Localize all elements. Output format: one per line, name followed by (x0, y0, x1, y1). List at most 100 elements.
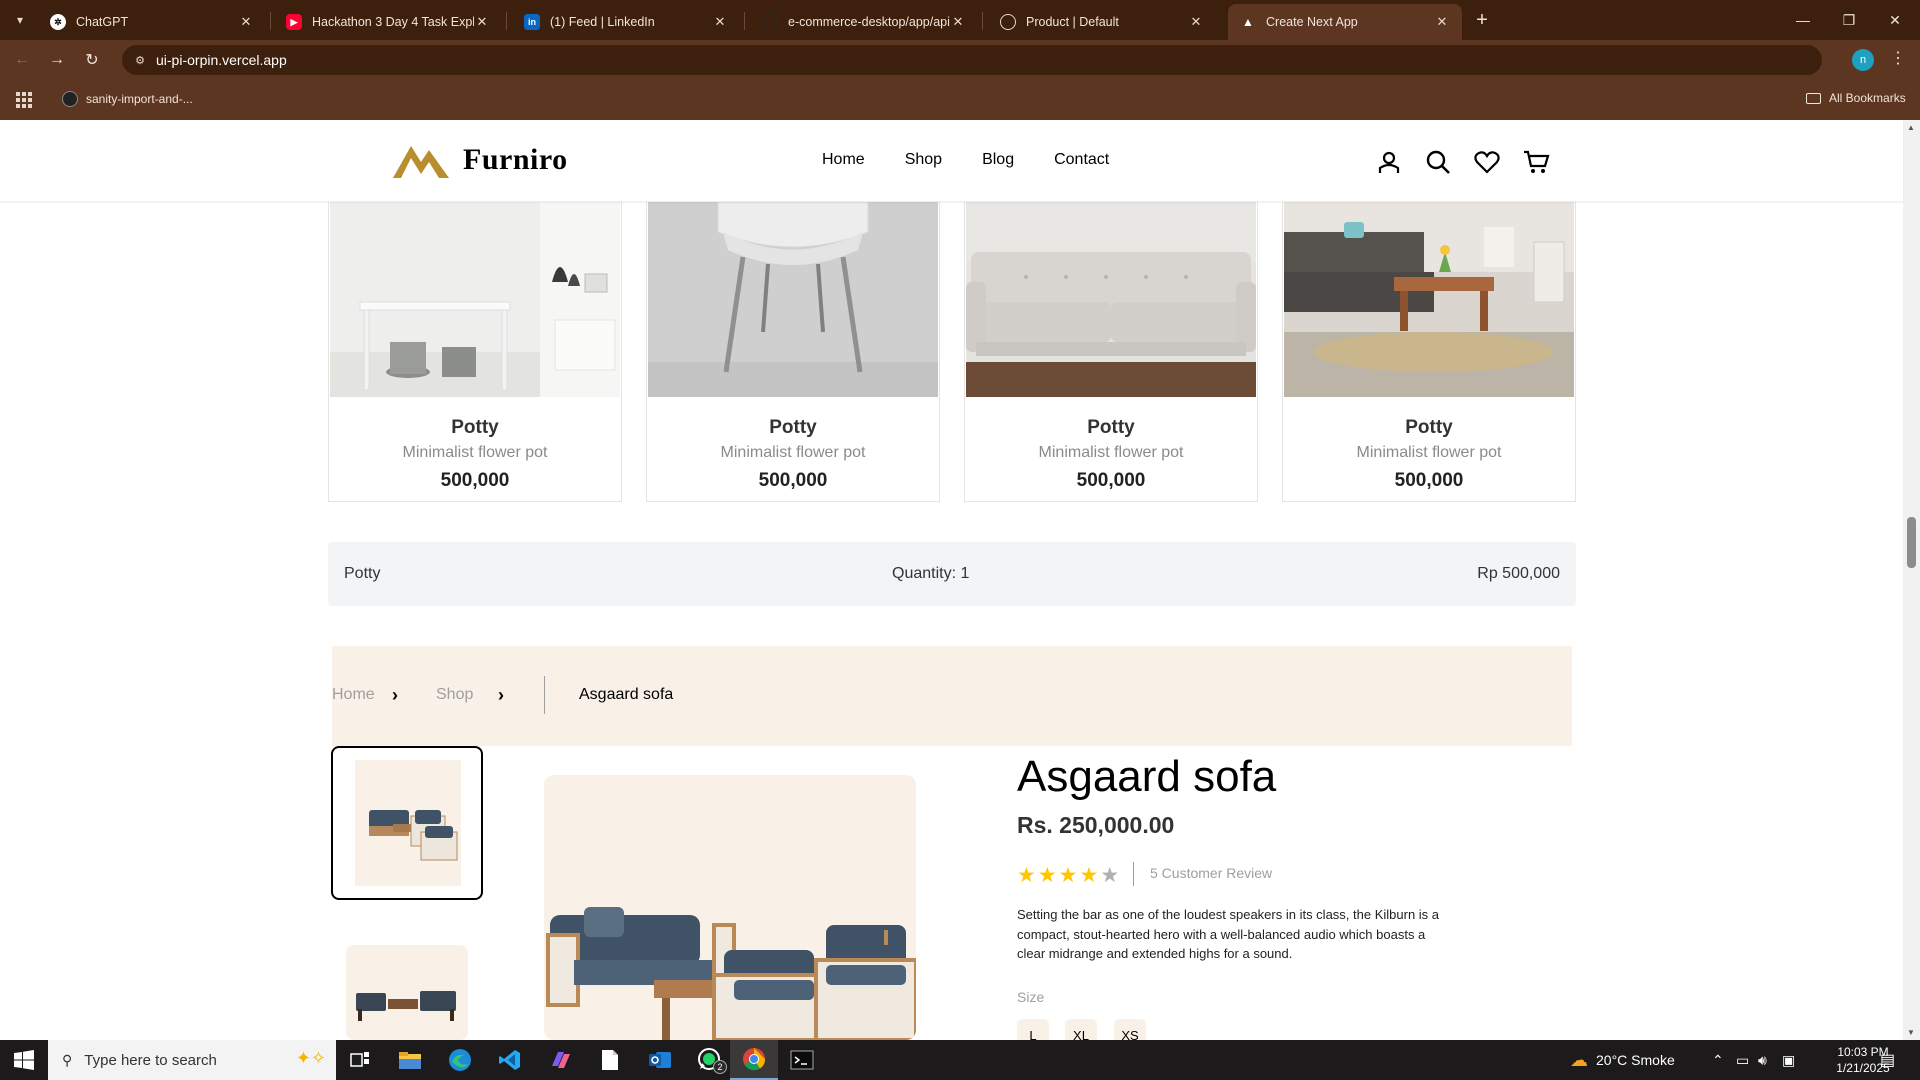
scroll-down-icon[interactable]: ▼ (1907, 1028, 1915, 1037)
nav-home[interactable]: Home (822, 151, 865, 169)
back-button[interactable]: ← (10, 48, 34, 72)
whatsapp-badge: 2 (713, 1060, 727, 1074)
product-card[interactable]: Potty Minimalist flower pot 500,000 (1282, 202, 1576, 502)
task-view-icon[interactable] (336, 1040, 384, 1080)
page-scrollbar[interactable]: ▲ ▼ (1903, 120, 1920, 1040)
taskbar-search[interactable]: ⚲ Type here to search ✦✧ (48, 1040, 336, 1080)
product-card[interactable]: Potty Minimalist flower pot 500,000 (328, 202, 622, 502)
brand-logo[interactable]: Furniro (391, 140, 568, 180)
product-card[interactable]: Potty Minimalist flower pot 500,000 (964, 202, 1258, 502)
breadcrumb-home[interactable]: Home (332, 686, 375, 704)
breadcrumb-shop[interactable]: Shop (436, 686, 473, 704)
cart-summary-row: Potty Quantity: 1 Rp 500,000 (328, 542, 1576, 606)
product-card[interactable]: Potty Minimalist flower pot 500,000 (646, 202, 940, 502)
forward-button[interactable]: → (45, 48, 69, 72)
product-price: 500,000 (1076, 470, 1146, 491)
product-title: Potty (451, 417, 499, 438)
product-title: Asgaard sofa (1017, 752, 1277, 801)
browser-menu-icon[interactable]: ⋮ (1890, 48, 1906, 68)
tray-overflow-icon[interactable]: ⌃ (1712, 1040, 1724, 1080)
windows-taskbar: ⚲ Type here to search ✦✧ 2 ☁ 20°C Smoke … (0, 1040, 1920, 1080)
tab-github[interactable]: e-commerce-desktop/app/api/ ✕ (750, 4, 978, 40)
bookmark-item[interactable]: sanity-import-and-... (62, 91, 193, 107)
site-info-icon[interactable]: ⚙ (132, 52, 148, 68)
all-bookmarks-button[interactable]: All Bookmarks (1806, 91, 1906, 105)
furniro-logo-icon (393, 146, 449, 178)
tab-product[interactable]: Product | Default ✕ (988, 4, 1216, 40)
tab-search-button[interactable]: ▾ (8, 8, 32, 32)
weather-widget[interactable]: ☁ 20°C Smoke (1570, 1040, 1675, 1080)
site-header: Furniro Home Shop Blog Contact (0, 120, 1903, 202)
cart-icon[interactable] (1522, 148, 1550, 176)
restore-button[interactable]: ❐ (1826, 0, 1872, 40)
chrome-icon[interactable] (730, 1040, 778, 1080)
tab-create-next-app[interactable]: ▲ Create Next App ✕ (1228, 4, 1462, 40)
rating-stars: ★ ★ ★ ★ ★ (1017, 863, 1119, 888)
size-option-xs[interactable]: XS (1114, 1019, 1146, 1040)
tab-youtube[interactable]: ▶ Hackathon 3 Day 4 Task Explain ✕ (274, 4, 502, 40)
product-thumbnail[interactable] (346, 945, 468, 1040)
close-icon[interactable]: ✕ (1188, 14, 1204, 30)
search-icon: ⚲ (62, 1051, 73, 1068)
close-icon[interactable]: ✕ (950, 14, 966, 30)
notepad-icon[interactable] (586, 1040, 634, 1080)
tab-label: Hackathon 3 Day 4 Task Explain (312, 15, 474, 29)
start-button[interactable] (0, 1040, 48, 1080)
tab-label: ChatGPT (76, 15, 129, 29)
apps-grid-icon[interactable] (16, 92, 32, 108)
close-window-button[interactable]: ✕ (1872, 0, 1918, 40)
outlook-icon[interactable] (636, 1040, 684, 1080)
close-icon[interactable]: ✕ (712, 14, 728, 30)
nav-blog[interactable]: Blog (982, 151, 1014, 169)
star-icon: ★ (1017, 864, 1036, 887)
terminal-icon[interactable] (778, 1040, 826, 1080)
tab-label: (1) Feed | LinkedIn (550, 15, 655, 29)
review-count[interactable]: 5 Customer Review (1150, 865, 1272, 881)
nav-contact[interactable]: Contact (1054, 151, 1109, 169)
size-option-xl[interactable]: XL (1065, 1019, 1097, 1040)
chatgpt-icon: ✲ (50, 14, 66, 30)
scrollbar-thumb[interactable] (1907, 517, 1916, 568)
tab-label: Product | Default (1026, 15, 1119, 29)
bookmark-label: sanity-import-and-... (86, 92, 193, 106)
vscode-icon[interactable] (486, 1040, 534, 1080)
nav-shop[interactable]: Shop (905, 151, 942, 169)
tab-divider (506, 12, 507, 30)
size-option-l[interactable]: L (1017, 1019, 1049, 1040)
notifications-icon[interactable]: ▤ (1880, 1050, 1895, 1070)
minimize-button[interactable]: — (1780, 0, 1826, 40)
brand-name: Furniro (463, 143, 568, 176)
review-divider (1133, 862, 1134, 886)
file-explorer-icon[interactable] (386, 1040, 434, 1080)
edge-icon[interactable] (436, 1040, 484, 1080)
profile-avatar[interactable]: n (1852, 49, 1874, 71)
heart-icon[interactable] (1473, 148, 1501, 176)
product-image (966, 202, 1256, 397)
search-icon[interactable] (1424, 148, 1452, 176)
close-icon[interactable]: ✕ (474, 14, 490, 30)
chevron-right-icon: › (498, 685, 504, 705)
whatsapp-icon[interactable]: 2 (686, 1040, 734, 1080)
address-bar[interactable]: ⚙ ui-pi-orpin.vercel.app ☆ (122, 45, 1822, 75)
close-icon[interactable]: ✕ (1434, 14, 1450, 30)
breadcrumb: Home › Shop › Asgaard sofa (332, 646, 1572, 746)
url-text[interactable]: ui-pi-orpin.vercel.app (156, 52, 287, 68)
new-tab-button[interactable]: + (1470, 8, 1494, 32)
tab-linkedin[interactable]: in (1) Feed | LinkedIn ✕ (512, 4, 740, 40)
reload-button[interactable]: ↻ (80, 48, 104, 72)
network-icon[interactable]: ▣ (1782, 1040, 1795, 1080)
volume-icon[interactable]: 🔊︎ (1758, 1040, 1767, 1080)
all-bookmarks-label: All Bookmarks (1829, 91, 1906, 105)
copilot-icon[interactable] (536, 1040, 584, 1080)
linkedin-icon: in (524, 14, 540, 30)
product-price: 500,000 (758, 470, 828, 491)
scroll-up-icon[interactable]: ▲ (1907, 123, 1915, 132)
product-main-image (544, 775, 916, 1040)
tab-chatgpt[interactable]: ✲ ChatGPT ✕ (38, 4, 266, 40)
folder-icon (1806, 92, 1821, 104)
meet-now-icon[interactable]: ▭ (1736, 1040, 1749, 1080)
account-icon[interactable] (1375, 148, 1403, 176)
product-image (1284, 202, 1574, 397)
product-thumbnail[interactable] (331, 746, 483, 900)
close-icon[interactable]: ✕ (238, 14, 254, 30)
